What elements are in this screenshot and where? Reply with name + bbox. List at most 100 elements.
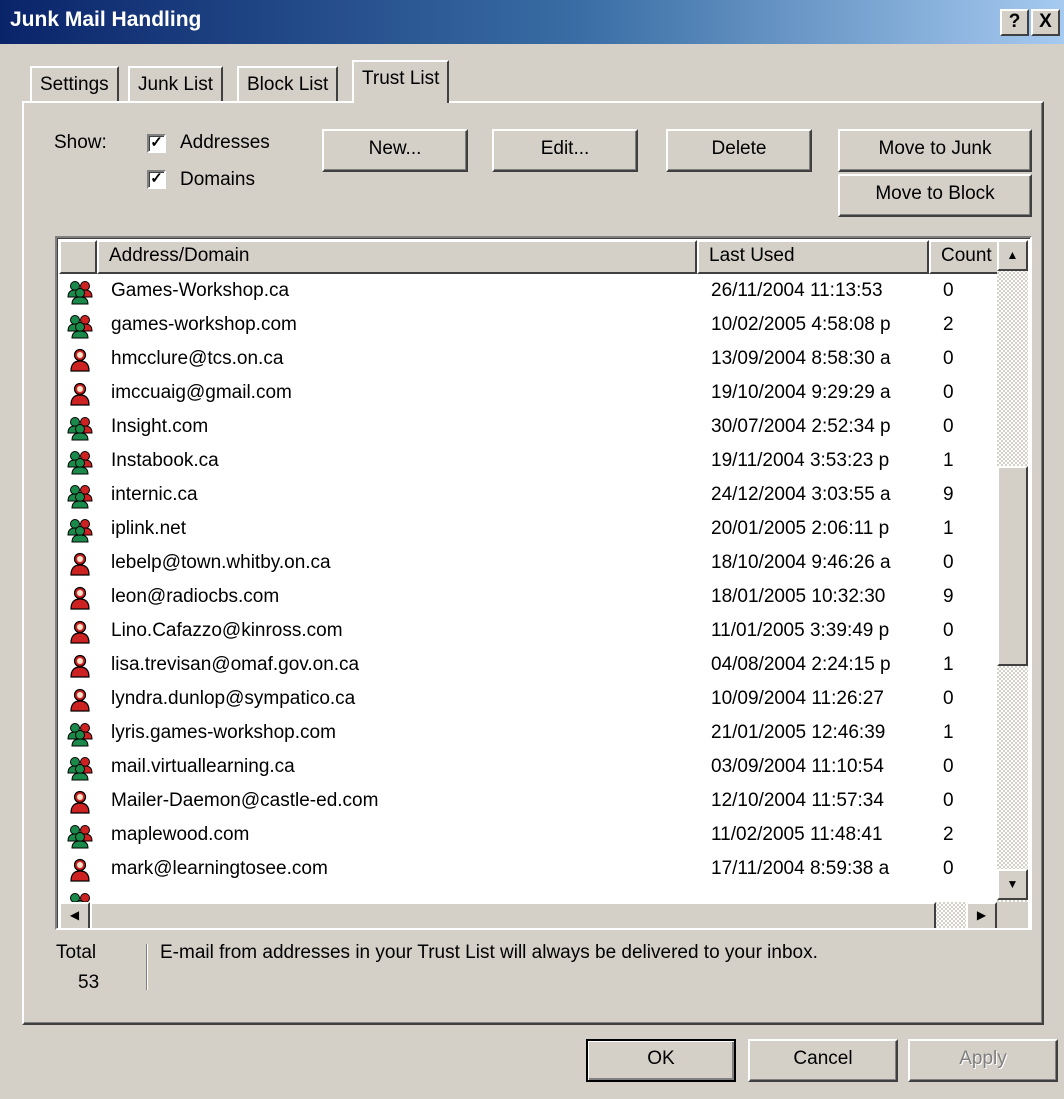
address-cell: Games-Workshop.ca [111,280,290,301]
move-to-block-button[interactable]: Move to Block [838,174,1032,217]
address-cell: lyris.games-workshop.com [111,722,336,743]
scroll-thumb[interactable] [997,466,1028,666]
list-item[interactable]: imccuaig@gmail.com 19/10/2004 9:29:29 a 0 [59,377,995,411]
horizontal-scrollbar[interactable]: ◀ ▶ [59,902,997,928]
addresses-checkbox[interactable]: ✓ [147,134,166,153]
address-cell: leon@radiocbs.com [111,586,280,607]
title-bar: Junk Mail Handling ? X [0,0,1064,44]
count-cell: 9 [943,484,954,505]
domain-group-icon [67,517,93,543]
count-cell: 0 [943,756,954,777]
list-item[interactable]: maplewood.com 11/02/2005 11:48:41 2 [59,819,995,853]
hscroll-thumb[interactable] [90,902,936,928]
scroll-up-arrow-icon[interactable]: ▲ [997,240,1028,271]
last-used-cell: 13/09/2004 8:58:30 a [711,348,891,369]
help-button[interactable]: ? [1000,9,1029,36]
tab-settings[interactable]: Settings [30,66,119,102]
list-item[interactable]: Insight.com 30/07/2004 2:52:34 p 0 [59,411,995,445]
last-used-cell: 19/10/2004 9:29:29 a [711,382,891,403]
count-cell: 1 [943,450,954,471]
scroll-down-arrow-icon[interactable]: ▼ [997,869,1028,900]
column-header-last-used[interactable]: Last Used [697,240,929,274]
address-cell: lisa.trevisan@omaf.gov.on.ca [111,654,360,675]
list-item[interactable]: lyndra.dunlop@sympatico.ca 10/09/2004 11:… [59,683,995,717]
last-used-cell: 10/02/2005 4:58:08 p [711,314,891,335]
person-icon [67,653,93,679]
person-icon [67,551,93,577]
edit-button[interactable]: Edit... [492,129,638,172]
address-cell: maplewood.com [111,824,250,845]
count-cell: 0 [943,688,954,709]
last-used-cell: 19/11/2004 3:53:23 p [711,450,890,471]
list-item[interactable]: leon@radiocbs.com 18/01/2005 10:32:30 9 [59,581,995,615]
show-label: Show: [54,132,107,153]
scroll-right-arrow-icon[interactable]: ▶ [966,902,997,928]
list-item[interactable]: Lino.Cafazzo@kinross.com 11/01/2005 3:39:… [59,615,995,649]
list-item[interactable]: games-workshop.com 10/02/2005 4:58:08 p 2 [59,309,995,343]
person-icon [67,585,93,611]
domains-label[interactable]: Domains [180,169,255,191]
list-item[interactable]: mail.virtuallearning.ca 03/09/2004 11:10:… [59,751,995,785]
address-cell: hmcclure@tcs.on.ca [111,348,284,369]
list-item[interactable]: hmcclure@tcs.on.ca 13/09/2004 8:58:30 a 0 [59,343,995,377]
domain-group-icon [67,823,93,849]
last-used-cell: 17/11/2004 8:59:38 a [711,858,890,879]
move-to-junk-button[interactable]: Move to Junk [838,129,1032,172]
count-cell: 1 [943,518,954,539]
address-cell: mark@learningtosee.com [111,858,328,879]
last-used-cell: 11/02/2005 11:48:41 [711,824,883,845]
list-item[interactable]: Mailer-Daemon@castle-ed.com 12/10/2004 11… [59,785,995,819]
last-used-cell: 10/09/2004 11:26:27 [711,688,884,709]
count-cell: 0 [943,620,954,641]
list-item[interactable]: lisa.trevisan@omaf.gov.on.ca 04/08/2004 2… [59,649,995,683]
delete-button[interactable]: Delete [666,129,812,172]
total-value: 53 [78,972,100,993]
addresses-label[interactable]: Addresses [180,132,270,154]
address-cell: Insight.com [111,416,209,437]
address-cell: games-workshop.com [111,314,297,335]
address-cell: mail.virtuallearning.ca [111,756,295,777]
count-cell: 0 [943,552,954,573]
scroll-left-arrow-icon[interactable]: ◀ [59,902,90,928]
count-cell: 0 [943,790,954,811]
tab-trust-list[interactable]: Trust List [352,60,450,103]
last-used-cell: 18/10/2004 9:46:26 a [711,552,891,573]
domain-group-icon [67,279,93,305]
tab-junk-list[interactable]: Junk List [128,66,223,102]
list-item[interactable]: lyris.games-workshop.com 21/01/2005 12:46… [59,717,995,751]
count-cell: 2 [943,824,954,845]
close-button[interactable]: X [1031,9,1060,36]
trust-list[interactable]: Address/Domain Last Used Count Games-Wor… [55,236,1032,930]
count-cell: 0 [943,348,954,369]
scrollbar-corner [997,902,1028,928]
cancel-button[interactable]: Cancel [748,1039,898,1082]
list-item[interactable]: lebelp@town.whitby.on.ca 18/10/2004 9:46:… [59,547,995,581]
list-item[interactable]: Games-Workshop.ca 26/11/2004 11:13:53 0 [59,275,995,309]
ok-button[interactable]: OK [586,1039,736,1082]
trust-list-info-text: E-mail from addresses in your Trust List… [160,942,818,963]
last-used-cell: 18/01/2005 10:32:30 [711,586,886,607]
last-used-cell: 24/12/2004 3:03:55 a [711,484,891,505]
person-icon [67,619,93,645]
apply-button[interactable]: Apply [908,1039,1058,1082]
person-icon [67,347,93,373]
list-item[interactable]: mark@learningtosee.com 17/11/2004 8:59:38… [59,853,995,887]
column-header-address[interactable]: Address/Domain [97,240,697,274]
domains-checkbox[interactable]: ✓ [147,170,166,189]
domain-group-icon [67,313,93,339]
address-cell: internic.ca [111,484,198,505]
vertical-scrollbar[interactable]: ▲ ▼ [997,240,1028,902]
list-item[interactable]: internic.ca 24/12/2004 3:03:55 a 9 [59,479,995,513]
last-used-cell: 04/08/2004 2:24:15 p [711,654,891,675]
address-cell: imccuaig@gmail.com [111,382,292,403]
list-item[interactable]: Instabook.ca 19/11/2004 3:53:23 p 1 [59,445,995,479]
column-header-icon[interactable] [59,240,97,274]
column-header-count[interactable]: Count [929,240,999,274]
address-cell: Mailer-Daemon@castle-ed.com [111,790,379,811]
count-cell: 0 [943,382,954,403]
last-used-cell: 12/10/2004 11:57:34 [711,790,884,811]
tab-block-list[interactable]: Block List [237,66,339,102]
person-icon [67,381,93,407]
new-button[interactable]: New... [322,129,468,172]
list-item[interactable]: iplink.net 20/01/2005 2:06:11 p 1 [59,513,995,547]
